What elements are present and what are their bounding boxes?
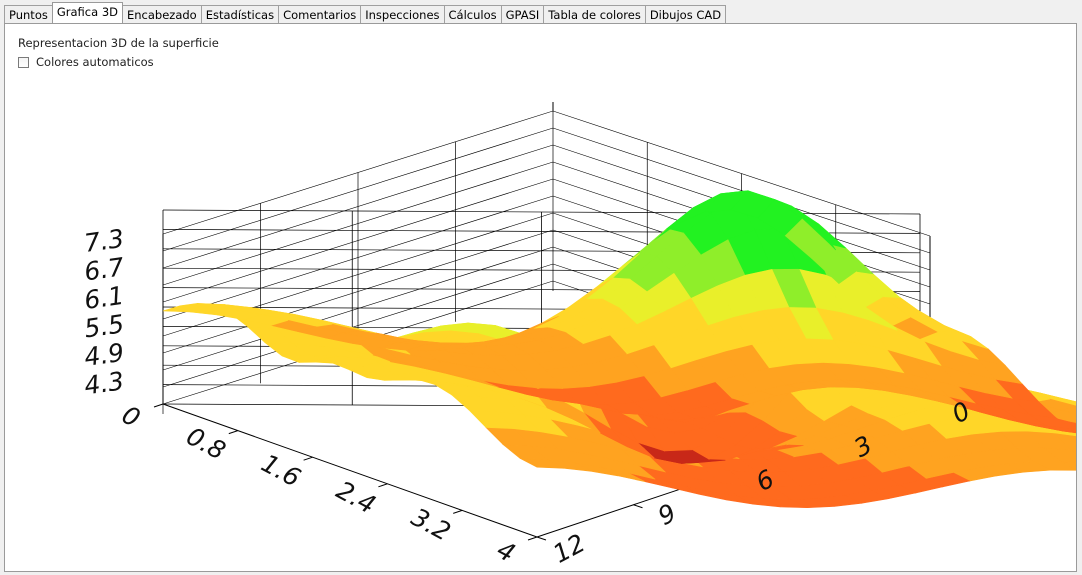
grafica-3d-panel: Representacion 3D de la superficie Color…: [4, 23, 1077, 572]
x-tick-label: 2.4: [332, 475, 381, 519]
axis-tick: [228, 430, 238, 435]
axis-tick: [633, 504, 643, 509]
tab-encabezado[interactable]: Encabezado: [122, 5, 202, 23]
z-tick-label: 7.3: [82, 224, 125, 258]
tab-inspecciones[interactable]: Inspecciones: [360, 5, 445, 23]
tab-dibujos-cad[interactable]: Dibujos CAD: [644, 5, 727, 23]
y-tick-label: 9: [653, 498, 681, 531]
y-tick-label: 12: [548, 528, 590, 569]
surface-3d-chart: 4.34.95.56.16.77.300.81.62.43.24036912: [82, 102, 1076, 569]
tab-tabla-de-colores[interactable]: Tabla de colores: [543, 5, 646, 23]
x-tick-label: 3.2: [407, 502, 456, 546]
x-tick-label: 0.8: [182, 421, 231, 465]
x-tick-label: 0: [117, 400, 145, 433]
tab-strip: Puntos Grafica 3D Encabezado Estadística…: [4, 2, 727, 23]
tab-puntos[interactable]: Puntos: [4, 5, 53, 23]
tab-estadisticas[interactable]: Estadísticas: [200, 5, 280, 23]
axis-tick: [303, 456, 313, 461]
axis-line-x: [162, 403, 538, 538]
tab-grafica-3d[interactable]: Grafica 3D: [51, 2, 123, 23]
axis-tick: [453, 509, 463, 514]
x-tick-label: 1.6: [257, 448, 306, 492]
x-tick-label: 4: [492, 535, 520, 568]
axis-tick: [153, 403, 164, 408]
axis-tick: [536, 536, 547, 541]
axis-tick: [527, 536, 538, 541]
tab-comentarios[interactable]: Comentarios: [278, 5, 362, 23]
tab-gpasi[interactable]: GPASI: [500, 5, 545, 23]
axis-tick: [378, 483, 388, 488]
tab-calculos[interactable]: Cálculos: [443, 5, 502, 23]
surface-mesh: [162, 190, 1076, 509]
